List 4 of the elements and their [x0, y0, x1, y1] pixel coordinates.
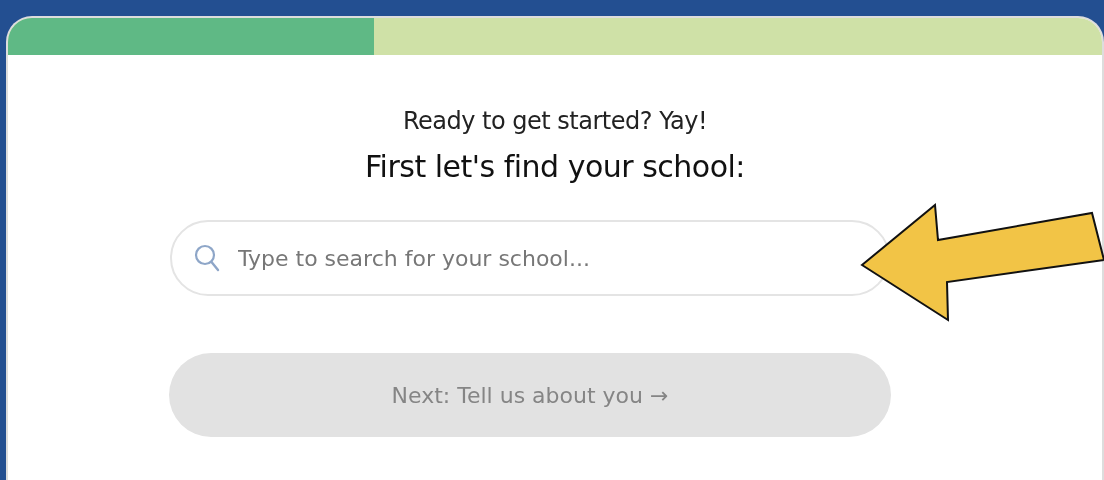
subtitle: Ready to get started? Yay!: [402, 107, 708, 135]
search-field[interactable]: Type to search for your school...: [170, 220, 890, 296]
search-icon: [194, 244, 220, 272]
heading: First let's find your school:: [365, 149, 745, 184]
